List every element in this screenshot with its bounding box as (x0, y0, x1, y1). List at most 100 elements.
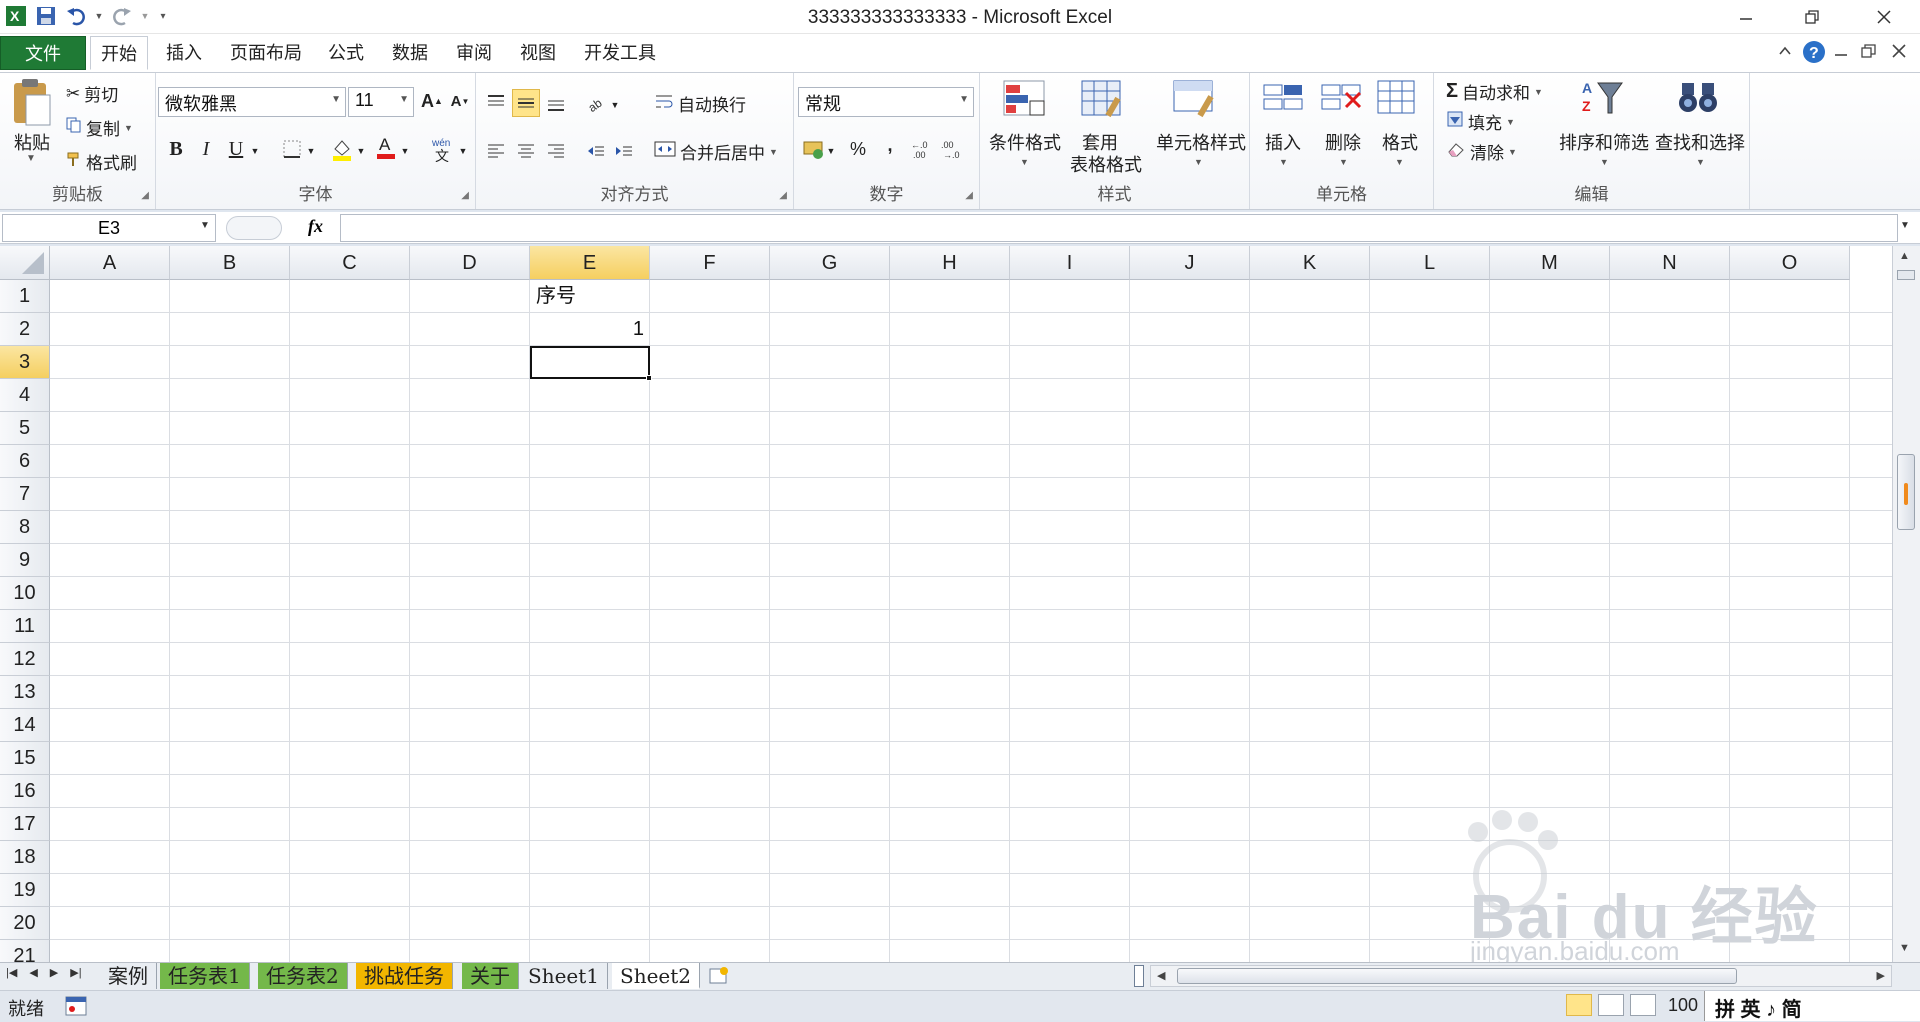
tab-formulas[interactable]: 公式 (318, 36, 374, 70)
row-header-7[interactable]: 7 (0, 478, 50, 511)
horizontal-scrollbar[interactable]: ◀ ▶ (1150, 965, 1892, 987)
sheet-tab-challenge[interactable]: 挑战任务 (356, 963, 453, 989)
format-as-table-line2[interactable]: 表格格式 (1064, 151, 1148, 177)
row-header-14[interactable]: 14 (0, 709, 50, 742)
tab-review[interactable]: 审阅 (446, 36, 502, 70)
delete-cells-button[interactable]: 删除 (1318, 129, 1368, 155)
format-as-table-icon[interactable] (1080, 79, 1126, 124)
font-color-dropdown-icon[interactable]: ▼ (398, 137, 412, 165)
increase-indent-icon[interactable] (610, 137, 638, 165)
column-header-b[interactable]: B (170, 246, 290, 280)
minimize-button[interactable] (1718, 2, 1774, 32)
column-header-m[interactable]: M (1490, 246, 1610, 280)
page-layout-view-icon[interactable] (1598, 994, 1624, 1016)
cell-e2[interactable]: 1 (530, 313, 650, 346)
active-cell-selection[interactable] (530, 346, 650, 379)
autosum-button[interactable]: Σ 自动求和 ▼ (1446, 79, 1543, 104)
column-header-l[interactable]: L (1370, 246, 1490, 280)
row-header-9[interactable]: 9 (0, 544, 50, 577)
row-header-21[interactable]: 21 (0, 940, 50, 962)
worksheet-grid[interactable]: ABCDEFGHIJKLMNO 1 2 3 4 5 6 7 8 9 10 11 12 13 14 15 16 1… (0, 246, 1892, 962)
row-header-1[interactable]: 1 (0, 280, 50, 313)
row-header-6[interactable]: 6 (0, 445, 50, 478)
underline-dropdown-icon[interactable]: ▼ (248, 137, 262, 165)
column-header-i[interactable]: I (1010, 246, 1130, 280)
accounting-dropdown-icon[interactable]: ▼ (824, 137, 838, 165)
number-launcher-icon[interactable]: ◢ (965, 190, 973, 201)
delete-cells-dropdown-icon[interactable]: ▼ (1339, 157, 1348, 167)
italic-button[interactable]: I (192, 135, 220, 163)
column-header-a[interactable]: A (50, 246, 170, 280)
increase-decimal-icon[interactable]: ←.0.00 (910, 135, 938, 163)
insert-cells-dropdown-icon[interactable]: ▼ (1279, 157, 1288, 167)
find-select-button[interactable]: 查找和选择 (1652, 129, 1748, 155)
row-header-12[interactable]: 12 (0, 643, 50, 676)
format-cells-button[interactable]: 格式 (1374, 129, 1426, 155)
align-left-icon[interactable] (482, 137, 510, 165)
borders-icon[interactable] (278, 135, 306, 163)
column-header-d[interactable]: D (410, 246, 530, 280)
help-icon[interactable]: ? (1802, 40, 1826, 69)
align-middle-icon[interactable] (512, 89, 540, 117)
insert-sheet-icon[interactable] (706, 965, 732, 992)
cell-styles-icon[interactable] (1172, 79, 1218, 124)
comma-button[interactable]: , (876, 131, 904, 159)
font-color-icon[interactable]: A (372, 133, 400, 161)
align-bottom-icon[interactable] (542, 89, 570, 117)
insert-cells-icon[interactable] (1262, 79, 1308, 124)
delete-cells-icon[interactable] (1320, 79, 1366, 124)
close-button[interactable] (1856, 2, 1912, 32)
tab-file[interactable]: 文件 (0, 36, 86, 70)
fill-button[interactable]: 填充 ▼ (1446, 109, 1515, 134)
paste-icon[interactable] (10, 77, 54, 134)
sheet-tab-sheet2[interactable]: Sheet2 (612, 963, 701, 989)
tab-home[interactable]: 开始 (90, 36, 148, 70)
tab-page-layout[interactable]: 页面布局 (220, 36, 312, 70)
phonetic-dropdown-icon[interactable]: ▼ (456, 137, 470, 165)
orientation-icon[interactable]: ab (582, 89, 610, 117)
row-header-15[interactable]: 15 (0, 742, 50, 775)
vertical-scrollbar[interactable]: ▲ ▼ (1892, 246, 1920, 962)
prev-sheet-icon[interactable]: ◀ (29, 966, 37, 979)
column-header-c[interactable]: C (290, 246, 410, 280)
scroll-down-icon[interactable]: ▼ (1899, 942, 1910, 954)
row-header-17[interactable]: 17 (0, 808, 50, 841)
page-break-view-icon[interactable] (1630, 994, 1656, 1016)
sheet-tab-sheet1[interactable]: Sheet1 (520, 963, 609, 989)
tab-view[interactable]: 视图 (510, 36, 566, 70)
tab-developer[interactable]: 开发工具 (574, 36, 666, 70)
alignment-launcher-icon[interactable]: ◢ (779, 190, 787, 201)
align-top-icon[interactable] (482, 89, 510, 117)
align-right-icon[interactable] (542, 137, 570, 165)
insert-cells-button[interactable]: 插入 (1258, 129, 1308, 155)
fill-color-icon[interactable] (328, 135, 356, 163)
number-format-combo[interactable]: 常规 ▼ (798, 87, 974, 117)
row-header-8[interactable]: 8 (0, 511, 50, 544)
row-header-10[interactable]: 10 (0, 577, 50, 610)
paste-button[interactable]: 粘贴 (10, 129, 54, 155)
cell-styles-button[interactable]: 单元格样式 (1154, 129, 1248, 155)
orientation-dropdown-icon[interactable]: ▼ (608, 91, 622, 119)
workbook-close-icon[interactable] (1890, 42, 1908, 65)
tab-data[interactable]: 数据 (382, 36, 438, 70)
sheet-tab-task2[interactable]: 任务表2 (258, 963, 348, 989)
column-header-h[interactable]: H (890, 246, 1010, 280)
clear-button[interactable]: 清除 ▼ (1446, 139, 1517, 164)
row-header-19[interactable]: 19 (0, 874, 50, 907)
expand-formula-bar-icon[interactable]: ▼ (1900, 220, 1910, 231)
row-header-18[interactable]: 18 (0, 841, 50, 874)
row-header-16[interactable]: 16 (0, 775, 50, 808)
format-cells-dropdown-icon[interactable]: ▼ (1395, 157, 1404, 167)
last-sheet-icon[interactable]: ▶| (70, 966, 81, 979)
row-header-20[interactable]: 20 (0, 907, 50, 940)
tab-insert[interactable]: 插入 (156, 36, 212, 70)
first-sheet-icon[interactable]: |◀ (6, 966, 17, 979)
percent-button[interactable]: % (844, 135, 872, 163)
zoom-level[interactable]: 100 (1668, 995, 1698, 1016)
scroll-left-icon[interactable]: ◀ (1157, 969, 1165, 982)
workbook-restore-icon[interactable] (1860, 42, 1878, 65)
column-header-j[interactable]: J (1130, 246, 1250, 280)
workbook-minimize-icon[interactable] (1832, 44, 1850, 65)
cut-button[interactable]: ✂ 剪切 (66, 81, 118, 106)
h-scroll-thumb[interactable] (1177, 968, 1737, 984)
